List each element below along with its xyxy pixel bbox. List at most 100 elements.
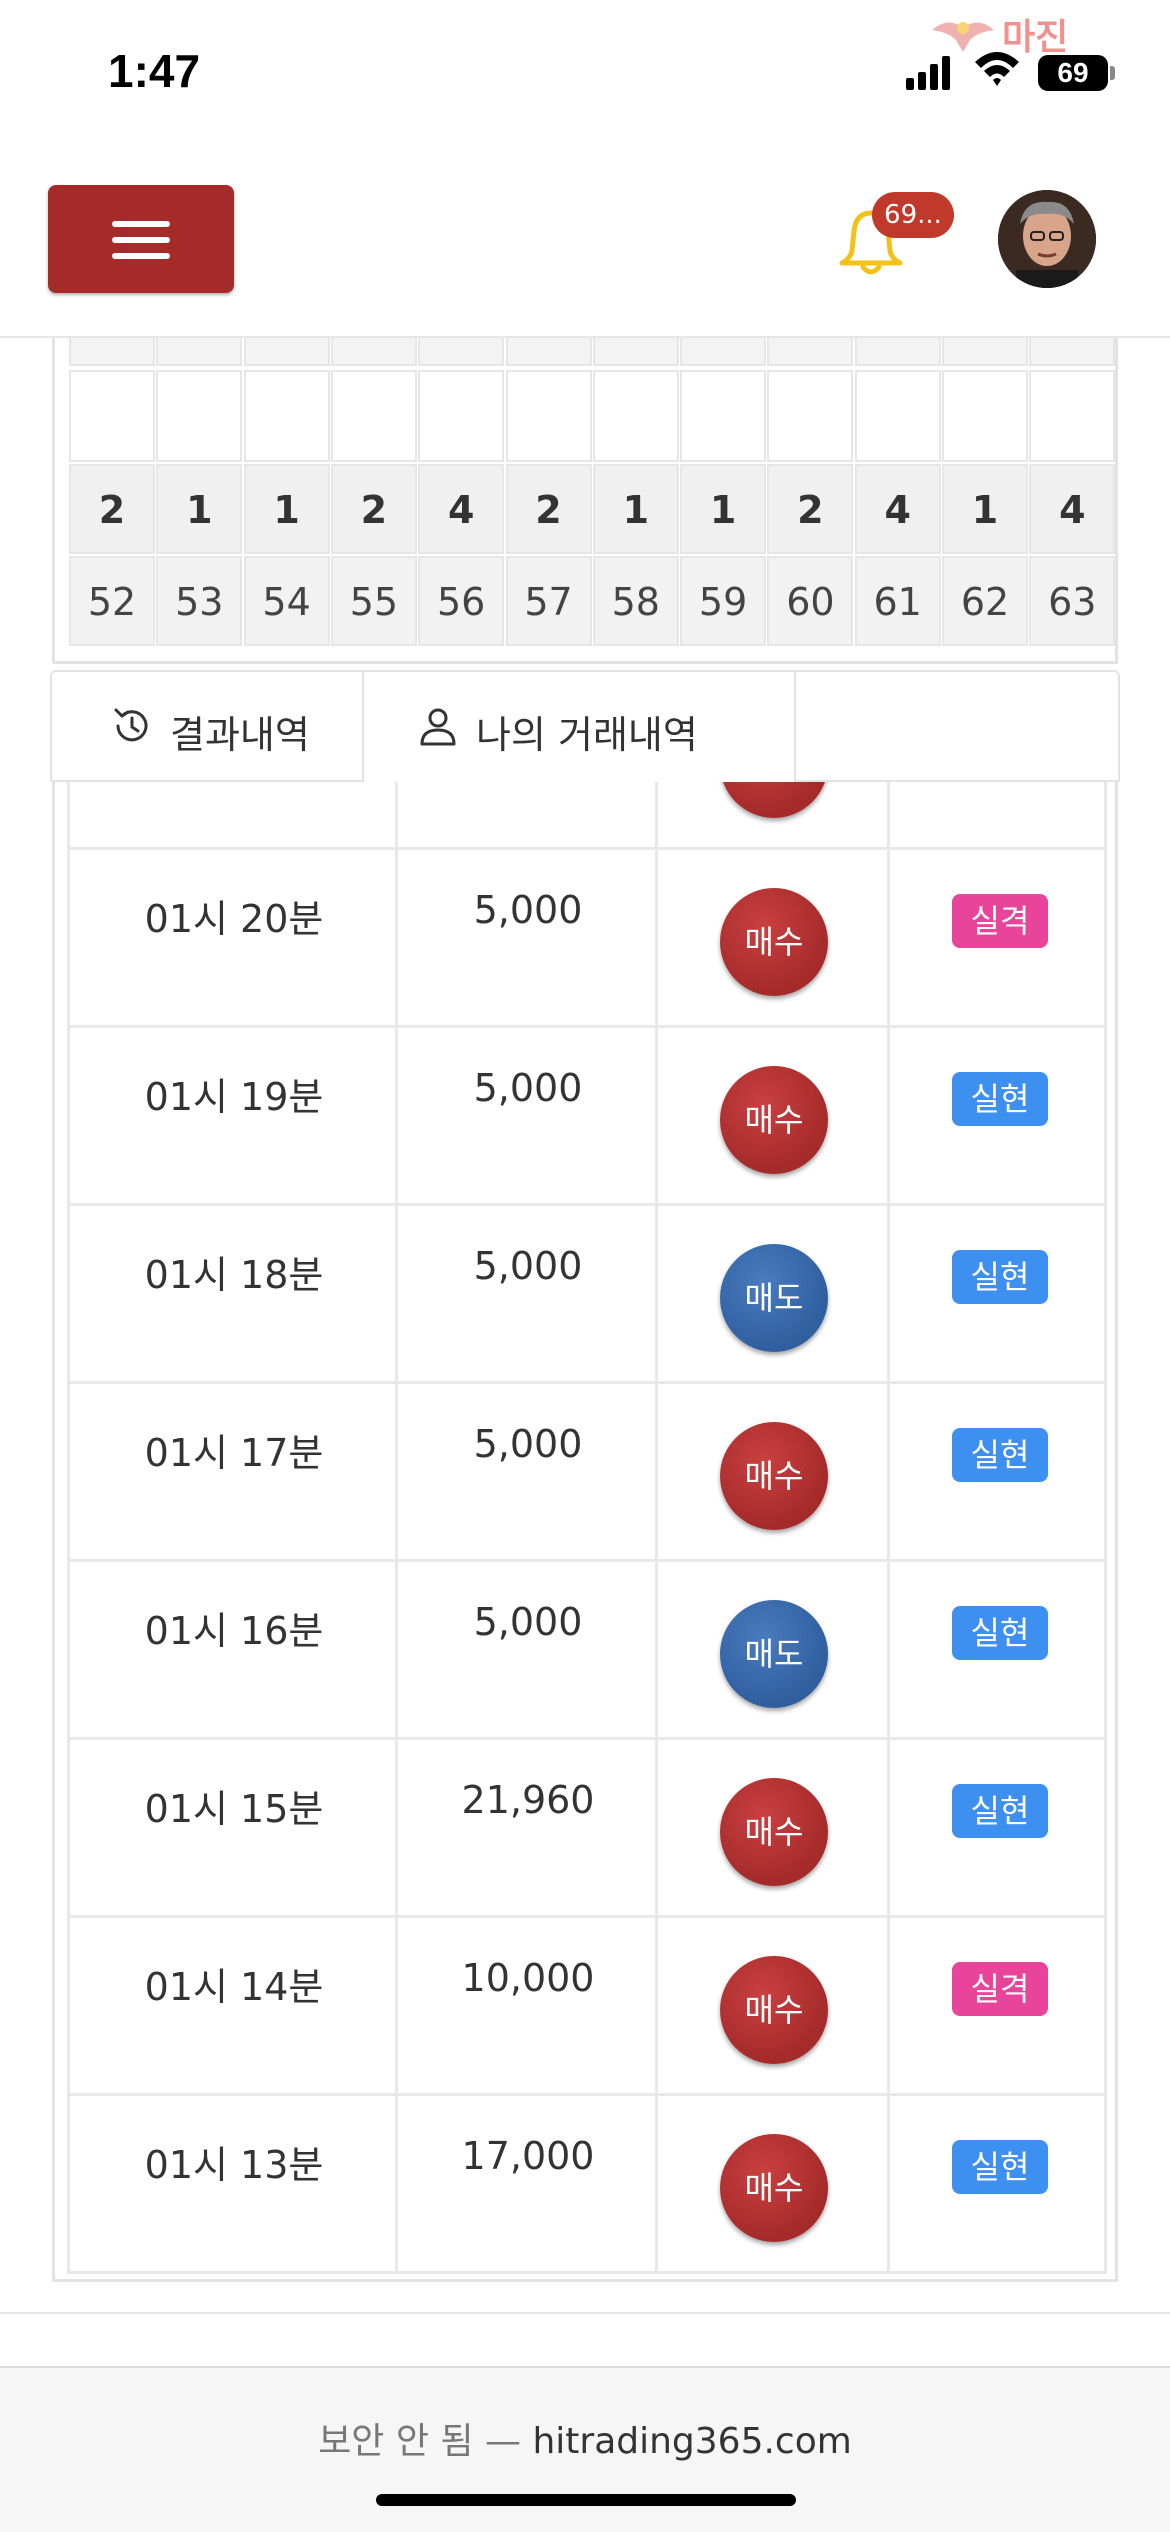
round-number: 53 (156, 556, 243, 646)
browser-address-bar[interactable]: 보안 안 됨 — hitrading365.com (0, 2366, 1170, 2532)
table-row[interactable]: 01시 13분 17,000 매수 실현 (67, 2096, 1107, 2274)
direction-cell: 매수 (655, 2096, 887, 2274)
tab-results[interactable]: 결과내역 (52, 672, 364, 782)
result-value: 1 (243, 464, 330, 554)
result-value: 1 (156, 464, 243, 554)
result-value: 2 (330, 464, 417, 554)
direction-cell: 매도 (655, 1206, 887, 1384)
trade-time: 01시 16분 (144, 1609, 324, 1653)
result-column: 2 60 (767, 338, 854, 648)
direction-cell: 매수 (655, 1028, 887, 1206)
trade-amount: 5,000 (473, 1600, 583, 1644)
result-column: 1 53 (156, 338, 243, 648)
history-icon (114, 708, 148, 742)
round-number: 62 (942, 556, 1028, 646)
result-column: 1 58 (592, 338, 679, 648)
result-value: 1 (592, 464, 679, 554)
result-column: 1 59 (680, 338, 767, 648)
result-cell-empty (505, 338, 592, 366)
result-cell-empty (156, 338, 243, 366)
battery-tip (1110, 66, 1115, 80)
notification-badge[interactable]: 69... (872, 192, 954, 238)
trade-history-table[interactable]: 01시 20분 5,000 매수 실격 01시 19분 5,000 매수 실현 01시 18분 5… (52, 782, 1118, 2282)
direction-cell: 매수 (655, 850, 887, 1028)
result-cell: 실현 (887, 1562, 1107, 1740)
result-cell: 실격 (887, 850, 1107, 1028)
direction-badge: 매수 (720, 1066, 828, 1174)
result-cell-empty (1029, 338, 1116, 366)
result-column: 1 62 (942, 338, 1028, 648)
tab-my-trades-label: 나의 거래내역 (476, 713, 698, 757)
result-value: 2 (69, 464, 155, 554)
table-row[interactable]: 01시 19분 5,000 매수 실현 (67, 1028, 1107, 1206)
amount-cell: 5,000 (395, 1384, 655, 1562)
round-number: 57 (505, 556, 592, 646)
round-number: 52 (69, 556, 155, 646)
result-cell: 실현 (887, 1206, 1107, 1384)
direction-badge: 매도 (720, 1600, 828, 1708)
result-badge: 실현 (952, 1072, 1048, 1126)
battery-indicator: 69 (1038, 55, 1108, 91)
direction-cell: 매도 (655, 1562, 887, 1740)
tab-results-label: 결과내역 (170, 713, 310, 757)
direction-badge: 매수 (720, 1778, 828, 1886)
table-row[interactable]: 01시 18분 5,000 매도 실현 (67, 1206, 1107, 1384)
trade-amount: 10,000 (461, 1956, 595, 2000)
round-number: 61 (854, 556, 941, 646)
trade-amount: 5,000 (473, 888, 583, 932)
table-row[interactable]: 01시 16분 5,000 매도 실현 (67, 1562, 1107, 1740)
result-cell-empty (505, 370, 592, 462)
round-number: 59 (680, 556, 767, 646)
result-cell-empty (680, 370, 767, 462)
result-badge: 실격 (952, 1962, 1048, 2016)
trade-amount: 5,000 (473, 1066, 583, 1110)
avatar[interactable] (998, 190, 1096, 288)
result-cell-empty (330, 338, 417, 366)
result-cell-empty (69, 338, 155, 366)
menu-button[interactable] (48, 185, 234, 293)
amount-cell: 17,000 (395, 2096, 655, 2274)
time-cell: 01시 13분 (67, 2096, 395, 2274)
result-cell: 실격 (887, 1918, 1107, 2096)
time-cell: 01시 18분 (67, 1206, 395, 1384)
amount-cell: 21,960 (395, 1740, 655, 1918)
table-row[interactable]: 01시 20분 5,000 매수 실격 (67, 850, 1107, 1028)
result-cell-empty (680, 338, 767, 366)
result-value: 2 (767, 464, 854, 554)
direction-badge (720, 782, 828, 818)
result-cell-empty (854, 370, 941, 462)
amount-cell: 5,000 (395, 1028, 655, 1206)
result-grid: 2 52 1 53 1 54 2 55 4 56 2 57 1 58 1 59 2 60 4 61 1 62 4 63 (52, 338, 1118, 664)
result-column: 4 63 (1029, 338, 1116, 648)
wifi-icon (975, 52, 1019, 86)
trade-time: 01시 13분 (144, 2143, 324, 2187)
round-number: 60 (767, 556, 854, 646)
result-cell-empty (767, 370, 854, 462)
time-cell: 01시 20분 (67, 850, 395, 1028)
cellular-signal-icon (906, 54, 952, 90)
time-cell: 01시 17분 (67, 1384, 395, 1562)
result-cell-empty (1029, 370, 1116, 462)
url-display[interactable]: 보안 안 됨 — hitrading365.com (0, 2412, 1170, 2464)
direction-badge: 매수 (720, 888, 828, 996)
table-row[interactable]: 01시 14분 10,000 매수 실격 (67, 1918, 1107, 2096)
table-row-partial (67, 782, 1107, 850)
table-row[interactable]: 01시 17분 5,000 매수 실현 (67, 1384, 1107, 1562)
hamburger-bar (112, 237, 170, 243)
result-badge: 실현 (952, 1250, 1048, 1304)
direction-cell: 매수 (655, 1918, 887, 2096)
amount-cell: 10,000 (395, 1918, 655, 2096)
direction-badge: 매수 (720, 1422, 828, 1530)
round-number: 54 (243, 556, 330, 646)
tab-my-trades[interactable]: 나의 거래내역 (364, 672, 796, 782)
result-column: 1 54 (243, 338, 330, 648)
result-cell-empty (243, 370, 330, 462)
result-cell-empty (418, 370, 505, 462)
table-row[interactable]: 01시 15분 21,960 매수 실현 (67, 1740, 1107, 1918)
result-column: 2 57 (505, 338, 592, 648)
status-bar: 1:47 마진 69 (0, 0, 1170, 150)
direction-cell: 매수 (655, 1740, 887, 1918)
trade-amount: 5,000 (473, 1422, 583, 1466)
home-indicator[interactable] (376, 2494, 796, 2506)
tab-bar: 결과내역 나의 거래내역 (50, 670, 1120, 782)
